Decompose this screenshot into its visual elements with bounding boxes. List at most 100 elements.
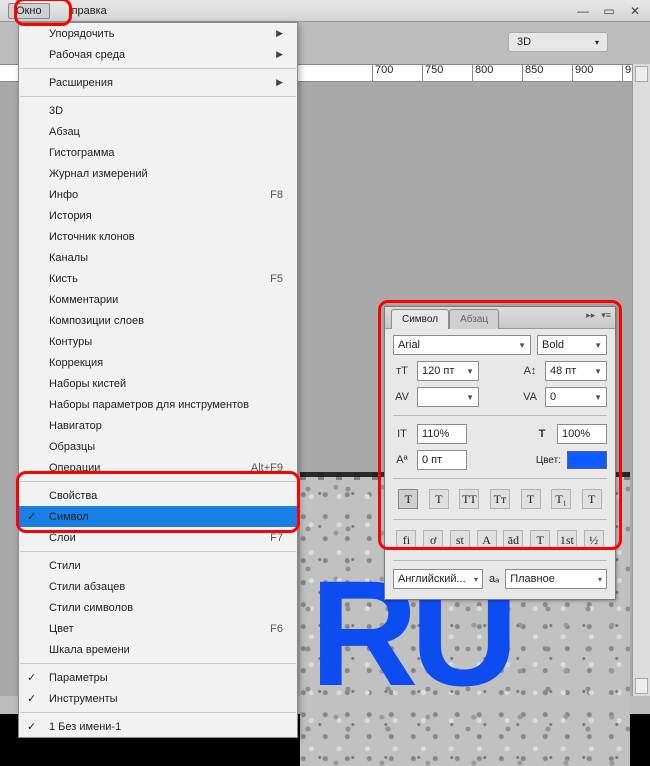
minimize-icon[interactable]: — bbox=[576, 4, 590, 18]
type-style-button[interactable]: ơ bbox=[423, 530, 443, 550]
menu-item[interactable]: Наборы кистей bbox=[19, 373, 297, 394]
leading-input[interactable]: 48 пт▼ bbox=[545, 361, 607, 381]
menu-item[interactable]: ИнфоF8 bbox=[19, 184, 297, 205]
maximize-icon[interactable]: ▭ bbox=[602, 4, 616, 18]
horizontal-scale-input[interactable]: 100% bbox=[557, 424, 607, 444]
kerning-input[interactable]: ▼ bbox=[417, 387, 479, 407]
menu-layers[interactable]: СлоиF7 bbox=[19, 527, 297, 548]
menu-item[interactable]: Гистограмма bbox=[19, 142, 297, 163]
ruler-tick: 950 bbox=[622, 65, 632, 82]
chevron-down-icon: ▾ bbox=[595, 38, 599, 47]
font-size-input[interactable]: 120 пт▼ bbox=[417, 361, 479, 381]
menu-separator bbox=[20, 551, 296, 552]
type-style-button[interactable]: T bbox=[521, 489, 541, 509]
ruler-tick: 750 bbox=[422, 65, 443, 82]
opentype-row: fiơst Aād T 1st ½ bbox=[393, 528, 607, 552]
ruler-tick: 800 bbox=[472, 65, 493, 82]
menu-item[interactable]: История bbox=[19, 205, 297, 226]
window-dropdown: Упорядочить▶ Рабочая среда▶ Расширения▶ … bbox=[18, 22, 298, 738]
menu-item[interactable]: Наборы параметров для инструментов bbox=[19, 394, 297, 415]
color-swatch[interactable] bbox=[567, 451, 607, 469]
checkmark-icon: ✓ bbox=[27, 720, 36, 733]
collapse-icon[interactable]: ▸▸ bbox=[586, 310, 595, 321]
panel-menu-icon[interactable]: ▾≡ bbox=[601, 310, 611, 321]
type-style-button[interactable]: A bbox=[477, 530, 497, 550]
panel-separator bbox=[393, 519, 607, 520]
ruler-tick: 700 bbox=[372, 65, 393, 82]
menu-item[interactable]: Стили bbox=[19, 555, 297, 576]
menu-item[interactable]: Стили абзацев bbox=[19, 576, 297, 597]
menu-item[interactable]: Абзац bbox=[19, 121, 297, 142]
menu-item[interactable]: Коррекция bbox=[19, 352, 297, 373]
menu-options[interactable]: ✓Параметры bbox=[19, 667, 297, 688]
language-select[interactable]: Английский...▾ bbox=[393, 569, 483, 589]
menu-help[interactable]: правка bbox=[64, 3, 115, 19]
checkmark-icon: ✓ bbox=[27, 692, 36, 705]
app-window: Окно правка — ▭ ✕ 3D ▾ 700 750 800 850 9… bbox=[0, 0, 650, 714]
tracking-icon: VA bbox=[521, 388, 539, 406]
type-style-button[interactable]: Tт bbox=[490, 489, 510, 509]
menubar: Окно правка bbox=[0, 0, 650, 22]
chevron-down-icon: ▾ bbox=[598, 575, 602, 584]
baseline-icon: Aª bbox=[393, 451, 411, 469]
menu-item[interactable]: ЦветF6 bbox=[19, 618, 297, 639]
type-style-button[interactable]: fi bbox=[396, 530, 416, 550]
menu-separator bbox=[20, 481, 296, 482]
tracking-input[interactable]: 0▼ bbox=[545, 387, 607, 407]
chevron-down-icon: ▼ bbox=[466, 393, 474, 402]
menu-item[interactable]: Навигатор bbox=[19, 415, 297, 436]
font-family-select[interactable]: Arial▼ bbox=[393, 335, 531, 355]
type-style-button[interactable]: T bbox=[429, 489, 449, 509]
type-style-button[interactable]: st bbox=[450, 530, 470, 550]
type-style-button[interactable]: T bbox=[582, 489, 602, 509]
type-style-button[interactable]: T bbox=[398, 489, 418, 509]
menu-arrange[interactable]: Упорядочить▶ bbox=[19, 23, 297, 44]
panel-separator bbox=[393, 415, 607, 416]
chevron-down-icon: ▾ bbox=[474, 575, 478, 584]
menu-item[interactable]: Стили символов bbox=[19, 597, 297, 618]
menu-item[interactable]: Журнал измерений bbox=[19, 163, 297, 184]
color-label: Цвет: bbox=[536, 455, 561, 466]
vertical-scrollbar[interactable] bbox=[632, 64, 650, 696]
menu-separator bbox=[20, 712, 296, 713]
menu-item[interactable]: 3D bbox=[19, 100, 297, 121]
tab-paragraph[interactable]: Абзац bbox=[449, 309, 499, 329]
menu-item[interactable]: Шкала времени bbox=[19, 639, 297, 660]
type-style-button[interactable]: ½ bbox=[584, 530, 604, 550]
antialias-select[interactable]: Плавное▾ bbox=[505, 569, 607, 589]
vertical-scale-input[interactable]: 110% bbox=[417, 424, 467, 444]
close-icon[interactable]: ✕ bbox=[628, 4, 642, 18]
menu-document[interactable]: ✓1 Без имени-1 bbox=[19, 716, 297, 737]
submenu-arrow-icon: ▶ bbox=[276, 28, 283, 39]
menu-item[interactable]: Композиции слоев bbox=[19, 310, 297, 331]
font-weight-select[interactable]: Bold▼ bbox=[537, 335, 607, 355]
type-style-button[interactable]: ād bbox=[503, 530, 523, 550]
type-style-button[interactable]: 1st bbox=[557, 530, 577, 550]
checkmark-icon: ✓ bbox=[27, 671, 36, 684]
tab-character[interactable]: Символ bbox=[391, 309, 449, 329]
menu-item[interactable]: Контуры bbox=[19, 331, 297, 352]
menu-item[interactable]: Образцы bbox=[19, 436, 297, 457]
menu-tools[interactable]: ✓Инструменты bbox=[19, 688, 297, 709]
menu-item[interactable]: Источник клонов bbox=[19, 226, 297, 247]
menu-window[interactable]: Окно bbox=[8, 3, 50, 19]
menu-item[interactable]: Комментарии bbox=[19, 289, 297, 310]
type-style-button[interactable]: T₁ bbox=[551, 489, 571, 509]
checkmark-icon: ✓ bbox=[27, 510, 36, 523]
menu-character[interactable]: ✓Символ bbox=[19, 506, 297, 527]
antialias-label: aₐ bbox=[489, 573, 499, 585]
chevron-down-icon: ▼ bbox=[466, 367, 474, 376]
menu-separator bbox=[20, 96, 296, 97]
menu-item[interactable]: Каналы bbox=[19, 247, 297, 268]
menu-properties[interactable]: Свойства bbox=[19, 485, 297, 506]
font-size-icon: тT bbox=[393, 362, 411, 380]
panel-separator bbox=[393, 560, 607, 561]
menu-item[interactable]: КистьF5 bbox=[19, 268, 297, 289]
workspace-switcher[interactable]: 3D ▾ bbox=[508, 32, 608, 52]
menu-workspace[interactable]: Рабочая среда▶ bbox=[19, 44, 297, 65]
type-style-button[interactable]: T bbox=[530, 530, 550, 550]
type-style-button[interactable]: TT bbox=[459, 489, 479, 509]
menu-item[interactable]: ОперацииAlt+F9 bbox=[19, 457, 297, 478]
baseline-shift-input[interactable]: 0 пт bbox=[417, 450, 467, 470]
ruler-tick: 850 bbox=[522, 65, 543, 82]
